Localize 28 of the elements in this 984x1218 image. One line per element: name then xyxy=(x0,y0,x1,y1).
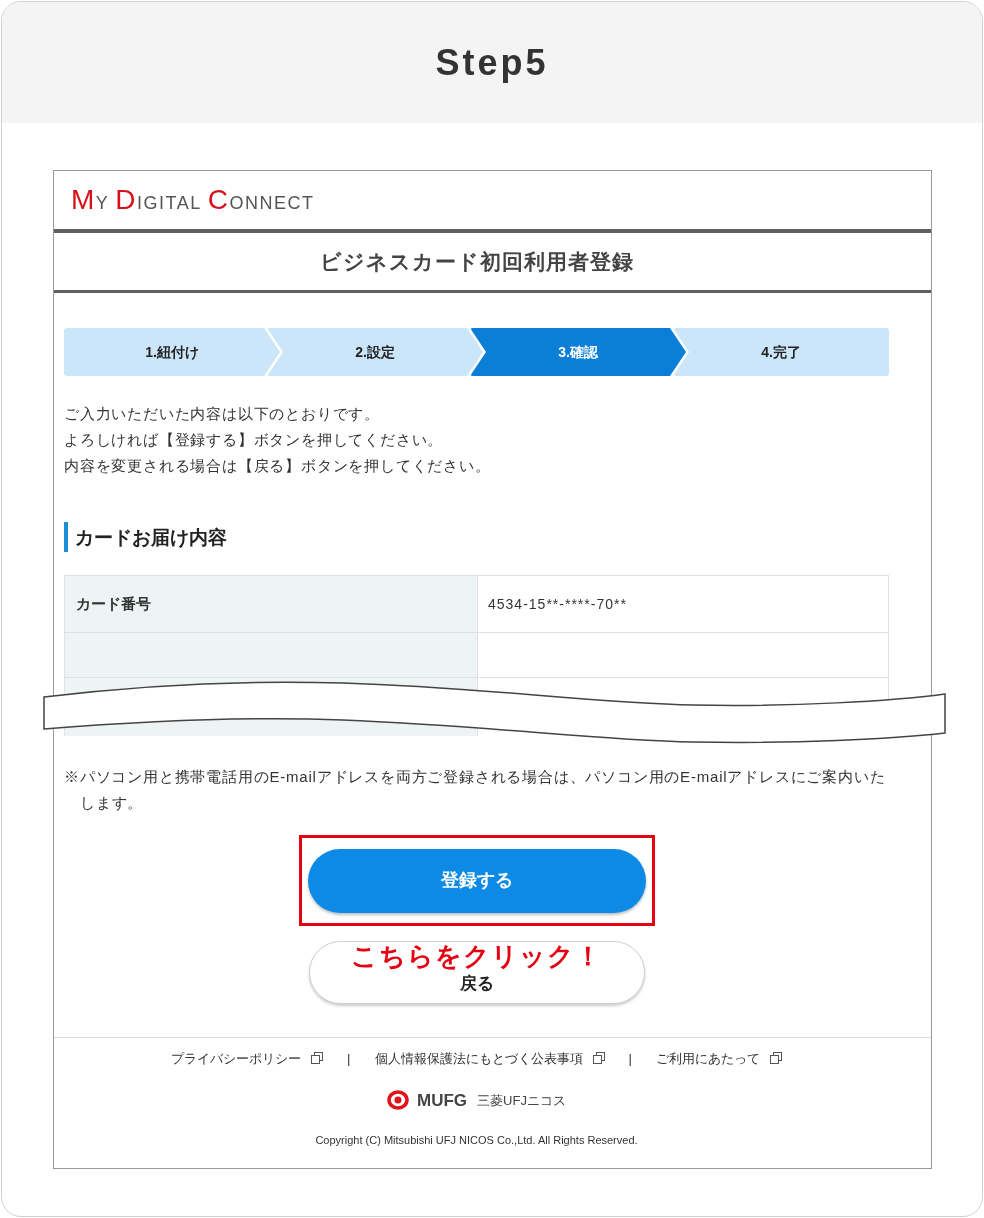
table-label-cell: カード番号 xyxy=(65,576,478,633)
link-separator: | xyxy=(347,1051,351,1065)
progress-step: 2.設定 xyxy=(267,328,483,376)
copyright-text: Copyright (C) Mitsubishi UFJ NICOS Co.,Ltd. All Rights Reserved. xyxy=(315,1133,638,1147)
intro-text: よろしければ【登録する】ボタンを押してください。 xyxy=(64,430,445,450)
external-link-icon xyxy=(769,1052,782,1064)
page-title: ビジネスカード初回利用者登録 xyxy=(319,251,634,272)
brand-name: MUFG xyxy=(417,1091,468,1109)
note-text: ※パソコン用と携帯電話用のE-mailアドレスを両方ご登録される場合は、パソコン用のE-mailアドレスにご案内いたします。 xyxy=(64,767,887,813)
footer-link[interactable]: ご利用にあたって xyxy=(655,1051,782,1065)
register-button[interactable]: 登録する xyxy=(307,848,646,913)
progress-step: 3.確認 xyxy=(470,328,686,376)
table-cell: 4534-15**-****-70** xyxy=(478,576,889,633)
external-link-icon xyxy=(311,1052,324,1064)
link-separator: | xyxy=(628,1051,632,1065)
step-title: Step5 xyxy=(435,44,549,81)
site-logo: MY DIGITAL CONNECT xyxy=(71,186,315,214)
brand-subtitle: 三菱UFJニコス xyxy=(477,1093,566,1107)
progress-step: 4.完了 xyxy=(673,328,889,376)
external-link-icon xyxy=(592,1052,605,1064)
intro-text: 内容を変更される場合は【戻る】ボタンを押してください。 xyxy=(64,456,492,476)
click-here-label: こちらをクリック！ xyxy=(351,943,602,969)
ring-logo-icon xyxy=(387,1090,410,1110)
intro-text: ご入力いただいた内容は以下のとおりです。 xyxy=(64,404,381,424)
section-heading: カードお届け内容 xyxy=(64,522,889,552)
footer-link[interactable]: 個人情報保護法にもとづく公表事項 xyxy=(374,1051,605,1065)
footer-link[interactable]: プライバシーポリシー xyxy=(171,1051,324,1065)
progress-step: 1.紐付け xyxy=(64,328,280,376)
